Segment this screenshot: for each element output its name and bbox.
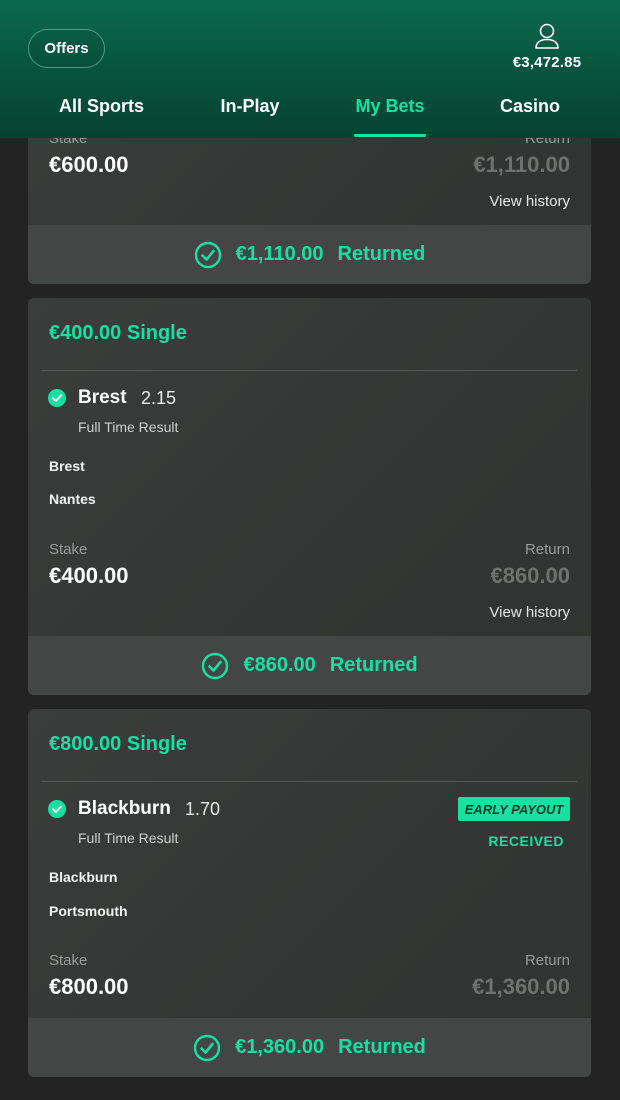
returned-amount: €1,110.00 (235, 243, 324, 265)
view-history-link[interactable]: View history (489, 604, 570, 621)
stake-value: €800.00 (49, 974, 129, 999)
away-team: Portsmouth (49, 903, 128, 919)
selection-odds: 1.70 (185, 799, 221, 819)
bet-card-2[interactable]: €400.00 Single Brest 2.15 Full Time Resu… (28, 298, 591, 695)
returned-status: Returned (337, 243, 426, 265)
tab-all-sports[interactable]: All Sports (40, 96, 163, 138)
bet-result-footer: €1,360.00 Returned (28, 1018, 591, 1077)
offers-button[interactable]: Offers (28, 29, 105, 68)
user-icon (535, 23, 559, 49)
view-history-link[interactable]: View history (489, 193, 570, 210)
home-team: Blackburn (49, 869, 118, 885)
check-circle-icon (193, 1034, 221, 1061)
check-circle-icon (202, 652, 229, 679)
return-value: €1,360.00 (472, 974, 570, 999)
account-balance: €3,472.85 (512, 54, 582, 71)
account-button[interactable]: €3,472.85 (502, 22, 592, 74)
bet-title: €400.00 Single (49, 322, 187, 344)
divider (42, 370, 577, 371)
tab-in-play[interactable]: In-Play (200, 96, 300, 138)
stake-label: Stake (49, 952, 88, 969)
app-header: Offers €3,472.85 All Sports In-Play My B… (0, 0, 620, 138)
bet-result-footer: €860.00 Returned (28, 636, 591, 695)
returned-status: Returned (329, 654, 418, 676)
active-tab-indicator (354, 134, 426, 137)
my-bets-page: Return Stake €600.00 €1,110.00 View hist… (0, 0, 620, 1100)
stake-value: €600.00 (49, 152, 129, 177)
market-name: Full Time Result (78, 830, 179, 846)
selection-name: Blackburn (78, 798, 171, 819)
return-label: Return (524, 541, 570, 558)
stake-label: Stake (49, 541, 88, 558)
selection-name: Brest (78, 387, 127, 408)
bet-card-3[interactable]: €800.00 Single Blackburn 1.70 Full Time … (28, 709, 591, 1077)
away-team: Nantes (49, 491, 96, 507)
check-circle-icon (194, 241, 221, 268)
tab-my-bets[interactable]: My Bets (340, 96, 440, 138)
early-payout-badge: EARLY PAYOUT (458, 797, 570, 821)
home-team: Brest (49, 458, 85, 474)
return-value: €1,110.00 (473, 152, 570, 177)
returned-status: Returned (338, 1036, 426, 1058)
returned-amount: €860.00 (243, 654, 316, 676)
early-payout-status: RECEIVED (488, 833, 564, 849)
stake-value: €400.00 (49, 563, 129, 588)
selection-odds: 2.15 (141, 388, 177, 408)
bet-title: €800.00 Single (49, 733, 187, 755)
divider (42, 781, 577, 782)
return-label: Return (524, 952, 570, 969)
won-check-icon (48, 389, 66, 407)
won-check-icon (48, 800, 66, 818)
return-value: €860.00 (490, 563, 570, 588)
returned-amount: €1,360.00 (235, 1036, 325, 1058)
main-nav: All Sports In-Play My Bets Casino (0, 96, 620, 138)
market-name: Full Time Result (78, 419, 179, 435)
tab-casino[interactable]: Casino (480, 96, 580, 138)
bet-result-footer: €1,110.00 Returned (28, 225, 591, 284)
